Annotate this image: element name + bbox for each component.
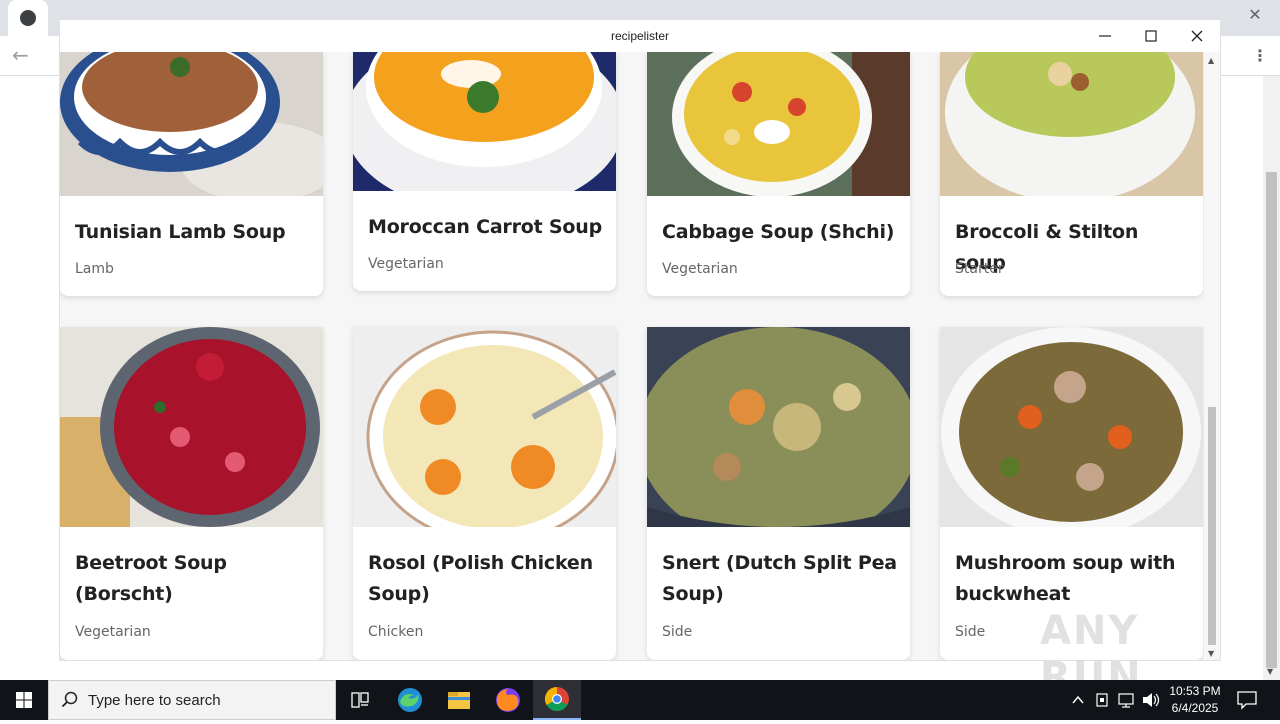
taskbar-clock[interactable]: 10:53 PM 6/4/2025 xyxy=(1164,683,1226,717)
network-icon xyxy=(1118,693,1134,708)
recipe-card[interactable]: Rosol (Polish Chicken Soup) Chicken xyxy=(353,327,616,660)
recipe-category: Lamb xyxy=(75,261,114,277)
task-view-button[interactable] xyxy=(336,680,384,720)
recipe-category: Side xyxy=(662,624,693,640)
close-icon xyxy=(1191,30,1203,42)
search-placeholder: Type here to search xyxy=(88,692,221,709)
volume-icon xyxy=(1143,693,1160,707)
maximize-icon xyxy=(1145,30,1157,42)
recipe-category: Vegetarian xyxy=(662,261,738,277)
recipe-image xyxy=(647,327,910,527)
browser-tab[interactable] xyxy=(8,0,48,36)
windows-logo-icon xyxy=(16,692,32,708)
minimize-icon xyxy=(1099,35,1111,37)
recipe-name: Moroccan Carrot Soup xyxy=(368,216,602,238)
title-bar: recipelister xyxy=(60,20,1220,52)
taskbar-search[interactable]: Type here to search xyxy=(48,680,336,720)
recipe-image xyxy=(940,52,1203,196)
browser-close-icon[interactable]: ✕ xyxy=(1240,2,1270,28)
minimize-button[interactable] xyxy=(1082,20,1128,52)
firefox-icon xyxy=(496,688,520,712)
search-icon xyxy=(61,691,78,708)
scroll-down-icon[interactable]: ▼ xyxy=(1267,667,1276,676)
app-window: recipelister Tunisian Lamb Soup Lamb Mor… xyxy=(60,20,1220,660)
device-icon xyxy=(1096,693,1108,707)
close-button[interactable] xyxy=(1174,20,1220,52)
back-arrow-icon[interactable]: ← xyxy=(12,42,32,68)
recipe-card[interactable]: Snert (Dutch Split Pea Soup) Side xyxy=(647,327,910,660)
maximize-button[interactable] xyxy=(1128,20,1174,52)
recipe-name: Rosol (Polish Chicken Soup) xyxy=(368,552,593,605)
recipe-grid: Tunisian Lamb Soup Lamb Moroccan Carrot … xyxy=(60,52,1204,660)
chrome-icon xyxy=(544,687,569,712)
taskbar-edge[interactable] xyxy=(386,680,434,720)
recipe-image xyxy=(60,327,323,527)
start-button[interactable] xyxy=(0,680,48,720)
app-scrollbar[interactable]: ▲ ▼ xyxy=(1204,52,1220,660)
recipe-category: Vegetarian xyxy=(75,624,151,640)
task-view-icon xyxy=(351,692,369,708)
taskbar-file-explorer[interactable] xyxy=(435,680,483,720)
recipe-name: Beetroot Soup (Borscht) xyxy=(75,552,227,605)
recipe-name: Cabbage Soup (Shchi) xyxy=(662,221,895,243)
recipe-card[interactable]: Moroccan Carrot Soup Vegetarian xyxy=(353,52,616,291)
clock-time: 10:53 PM xyxy=(1169,684,1221,698)
recipe-image xyxy=(940,327,1203,527)
notification-icon xyxy=(1237,691,1257,710)
watermark: ANY RUN xyxy=(1040,608,1143,700)
recipe-image xyxy=(60,52,323,196)
browser-menu-icon[interactable]: ⋮ xyxy=(1252,44,1268,68)
recipe-category: Starter xyxy=(955,261,1004,277)
notification-button[interactable] xyxy=(1236,690,1258,714)
scroll-up-icon[interactable]: ▲ xyxy=(1208,56,1214,65)
tray-network-button[interactable] xyxy=(1116,680,1138,720)
recipe-category: Vegetarian xyxy=(368,256,444,272)
tray-device-button[interactable] xyxy=(1092,680,1112,720)
window-title: recipelister xyxy=(610,29,670,43)
clock-date: 6/4/2025 xyxy=(1171,701,1219,715)
recipe-image xyxy=(647,52,910,196)
tray-volume-button[interactable] xyxy=(1140,680,1162,720)
globe-icon xyxy=(20,10,36,26)
recipe-card[interactable]: Beetroot Soup (Borscht) Vegetarian xyxy=(60,327,323,660)
recipe-name: Snert (Dutch Split Pea Soup) xyxy=(662,552,897,605)
recipe-card[interactable]: Broccoli & Stilton soup Starter xyxy=(940,52,1203,296)
edge-icon xyxy=(398,688,422,712)
taskbar: Type here to search 10:53 PM 6/4/2025 xyxy=(0,680,1280,720)
browser-scrollbar[interactable]: ▼ xyxy=(1263,76,1280,680)
taskbar-firefox[interactable] xyxy=(484,680,532,720)
tray-overflow-button[interactable] xyxy=(1068,680,1088,720)
recipe-card[interactable]: Cabbage Soup (Shchi) Vegetarian xyxy=(647,52,910,296)
recipe-card[interactable]: Tunisian Lamb Soup Lamb xyxy=(60,52,323,296)
recipe-name: Tunisian Lamb Soup xyxy=(75,221,286,243)
chevron-up-icon xyxy=(1072,695,1084,704)
taskbar-chrome[interactable] xyxy=(533,680,581,720)
recipe-category: Chicken xyxy=(368,624,424,640)
folder-icon xyxy=(448,692,470,709)
recipe-category: Side xyxy=(955,624,986,640)
browser-scrollbar-thumb[interactable] xyxy=(1266,172,1277,668)
recipe-image xyxy=(353,52,616,191)
recipe-name: Mushroom soup with buckwheat xyxy=(955,552,1176,605)
recipe-image xyxy=(353,327,616,527)
